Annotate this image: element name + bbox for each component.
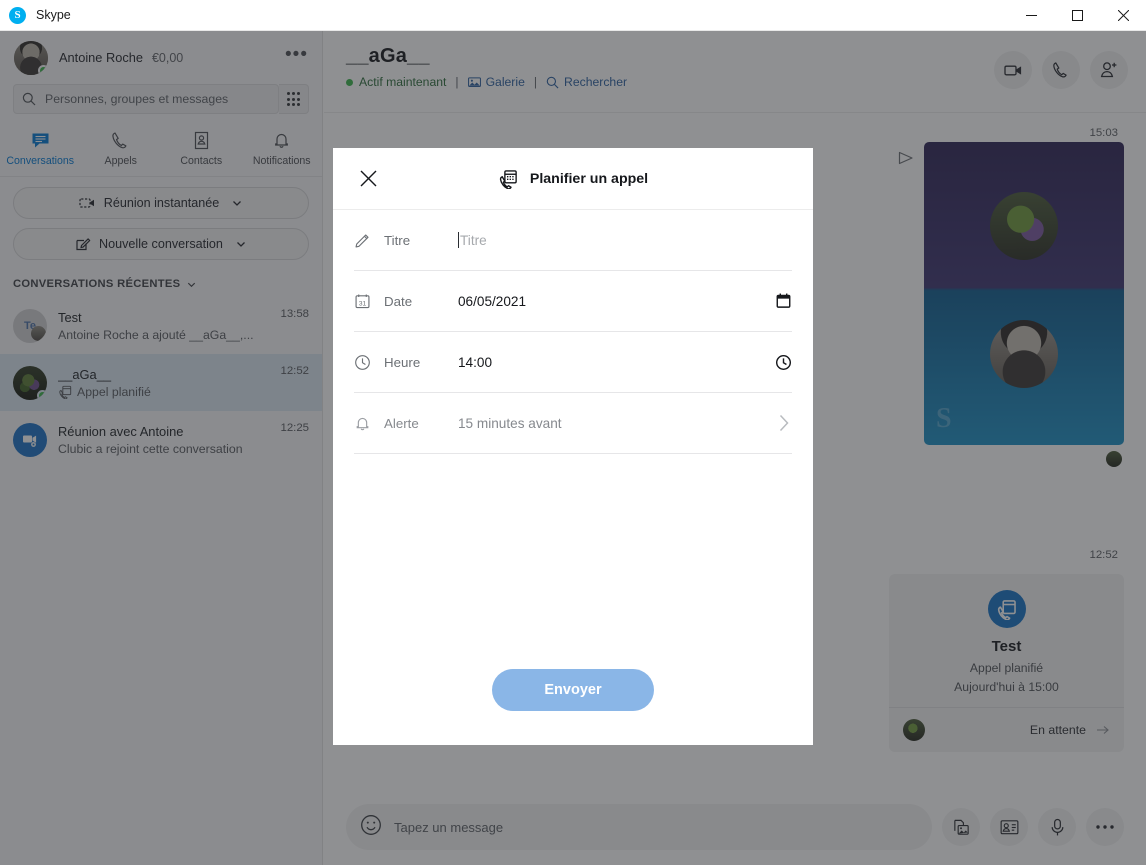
field-label: Alerte bbox=[384, 415, 419, 431]
clock-icon[interactable] bbox=[775, 354, 792, 371]
dialog-title: Planifier un appel bbox=[529, 170, 649, 187]
field-label: Date bbox=[384, 293, 413, 309]
schedule-call-dialog: Planifier un appel Titre Titre 31 Date 0… bbox=[333, 148, 813, 745]
pencil-icon bbox=[354, 232, 384, 249]
dialog-title-row: Planifier un appel bbox=[498, 169, 648, 189]
send-button[interactable]: Envoyer bbox=[492, 669, 654, 711]
skype-app-window: S Skype Antoine Roche €0,00 ••• bbox=[0, 0, 1146, 865]
field-row-date[interactable]: 31 Date 06/05/2021 bbox=[354, 271, 792, 332]
date-value[interactable]: 06/05/2021 bbox=[458, 294, 526, 309]
time-value[interactable]: 14:00 bbox=[458, 355, 492, 370]
svg-text:31: 31 bbox=[359, 300, 367, 307]
scheduled-call-icon bbox=[498, 169, 518, 189]
clock-icon bbox=[354, 354, 384, 371]
close-icon[interactable] bbox=[1100, 0, 1146, 31]
dialog-footer: Envoyer bbox=[333, 669, 813, 745]
dialog-header: Planifier un appel bbox=[333, 148, 813, 210]
window-title: Skype bbox=[36, 8, 71, 22]
maximize-icon[interactable] bbox=[1054, 0, 1100, 31]
close-icon[interactable] bbox=[353, 164, 383, 194]
dialog-fields: Titre Titre 31 Date 06/05/2021 Heure 14:… bbox=[333, 210, 813, 454]
skype-logo-icon: S bbox=[9, 6, 26, 24]
chevron-right-icon[interactable] bbox=[776, 412, 792, 434]
field-row-heure[interactable]: Heure 14:00 bbox=[354, 332, 792, 393]
field-row-titre[interactable]: Titre Titre bbox=[354, 210, 792, 271]
title-bar: S Skype bbox=[0, 0, 1146, 31]
title-placeholder: Titre bbox=[460, 232, 487, 248]
bell-icon bbox=[354, 415, 384, 432]
field-label: Titre bbox=[384, 232, 411, 248]
calendar-icon[interactable] bbox=[775, 292, 792, 310]
title-input[interactable]: Titre bbox=[458, 232, 487, 248]
text-caret bbox=[458, 232, 459, 248]
field-row-alerte[interactable]: Alerte 15 minutes avant bbox=[354, 393, 792, 454]
field-label: Heure bbox=[384, 354, 421, 370]
calendar-day-icon: 31 bbox=[354, 293, 384, 310]
window-controls bbox=[1008, 0, 1146, 31]
minimize-icon[interactable] bbox=[1008, 0, 1054, 31]
alert-value[interactable]: 15 minutes avant bbox=[458, 416, 562, 431]
